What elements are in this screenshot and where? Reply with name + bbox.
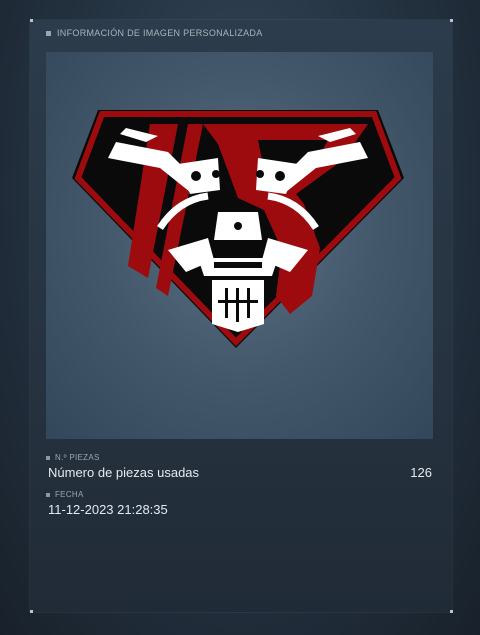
corner-marker: [30, 610, 33, 613]
pieces-caption: N.º PIEZAS: [46, 453, 100, 462]
panel-title: INFORMACIÓN DE IMAGEN PERSONALIZADA: [57, 28, 263, 38]
caption-square-icon: [46, 455, 50, 460]
date-row: 11-12-2023 21:28:35: [48, 502, 434, 517]
pieces-count: 126: [410, 465, 432, 480]
panel-header: INFORMACIÓN DE IMAGEN PERSONALIZADA: [46, 27, 263, 39]
corner-marker: [450, 19, 453, 22]
date-value: 11-12-2023 21:28:35: [48, 502, 168, 517]
pieces-label: Número de piezas usadas: [48, 465, 200, 480]
corner-marker: [30, 19, 33, 22]
pieces-row: Número de piezas usadas 126: [48, 465, 434, 480]
date-caption: FECHA: [46, 490, 84, 499]
caption-square-icon: [46, 492, 50, 497]
corner-marker: [450, 610, 453, 613]
header-square-icon: [46, 30, 51, 36]
custom-image-preview: [46, 52, 433, 439]
emblem-icon: [72, 110, 404, 348]
